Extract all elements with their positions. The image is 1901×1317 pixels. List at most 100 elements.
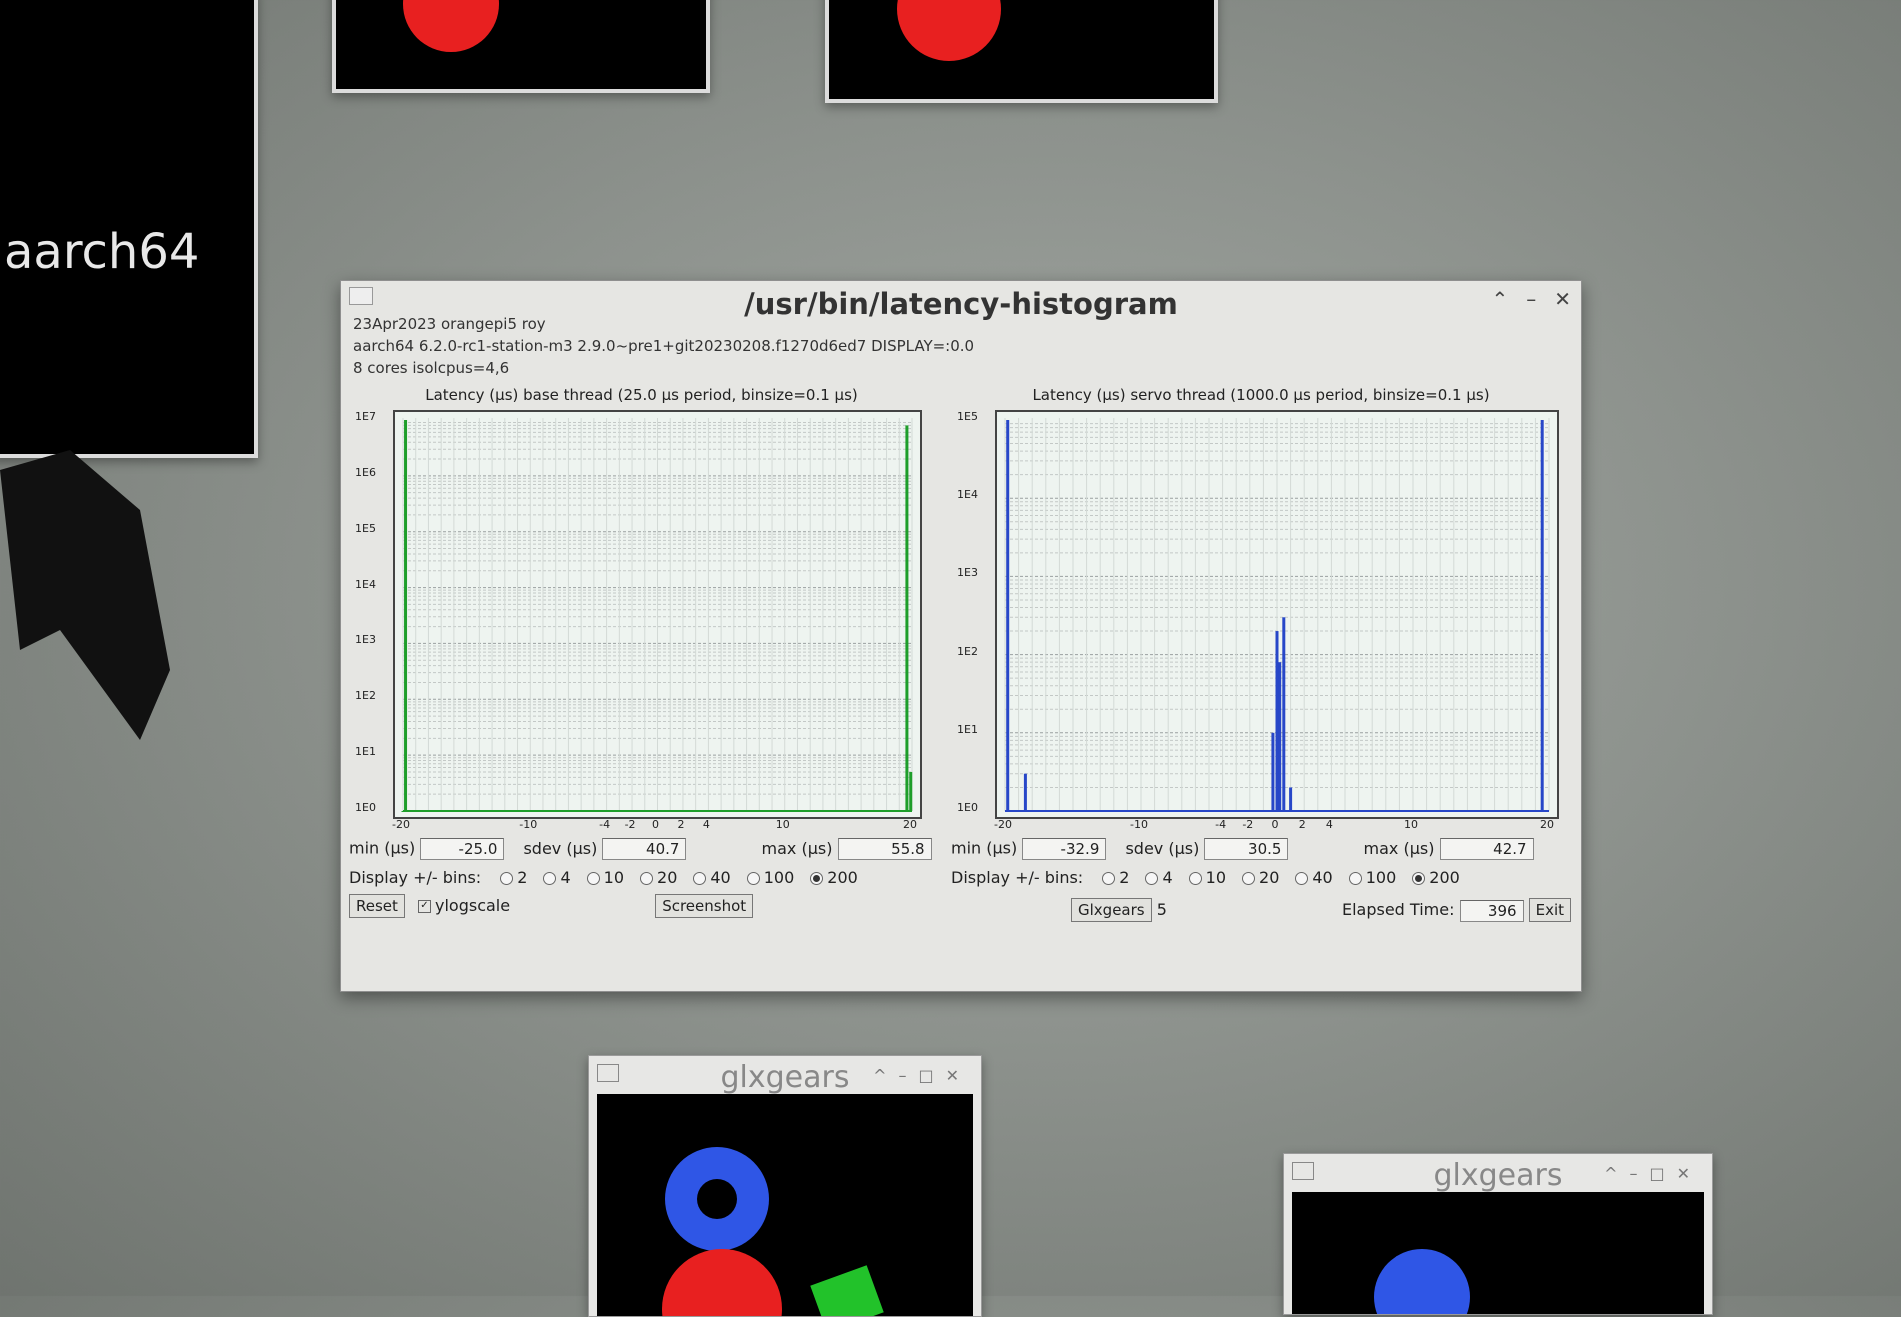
servo-min-field: -32.9 bbox=[1022, 838, 1107, 860]
reset-button[interactable]: Reset bbox=[349, 894, 405, 918]
window-controls[interactable]: ^–□✕ bbox=[873, 1066, 971, 1085]
y-tick-label: 1E4 bbox=[957, 488, 978, 502]
x-tick-label: 20 bbox=[903, 818, 917, 831]
y-tick-label: 1E4 bbox=[355, 577, 376, 591]
base-sdev-field: 40.7 bbox=[602, 838, 687, 860]
gear-window-top-2[interactable] bbox=[825, 0, 1218, 103]
y-tick-label: 1E5 bbox=[957, 410, 978, 423]
red-gear-icon bbox=[403, 0, 499, 52]
terminal-text: aarch64 bbox=[4, 224, 200, 280]
radio-icon bbox=[1188, 872, 1202, 885]
bins-radio-10[interactable]: 10 bbox=[586, 868, 624, 887]
base-max-field: 55.8 bbox=[837, 838, 932, 860]
bins-radio-200[interactable]: 200 bbox=[810, 868, 858, 887]
red-gear-icon bbox=[897, 0, 1001, 61]
glxgears-button[interactable]: Glxgears bbox=[1071, 898, 1152, 922]
bins-radio-10[interactable]: 10 bbox=[1188, 868, 1226, 887]
y-tick-label: 1E1 bbox=[355, 745, 376, 759]
bins-radio-label: 20 bbox=[1259, 868, 1280, 887]
y-tick-label: 1E3 bbox=[957, 566, 978, 580]
x-tick-label: -2 bbox=[1242, 818, 1254, 831]
y-tick-label: 1E1 bbox=[957, 722, 978, 736]
y-tick-label: 1E2 bbox=[957, 644, 978, 658]
x-tick-label: 10 bbox=[775, 818, 790, 831]
y-tick-label: 1E6 bbox=[355, 465, 376, 479]
base-bins-group: Display +/- bins: 2 4 10 20 40 100 200 bbox=[349, 868, 874, 887]
gear-window-top-1[interactable] bbox=[332, 0, 710, 93]
bins-radio-label: 40 bbox=[710, 868, 731, 887]
histogram-bar bbox=[1275, 631, 1279, 811]
radio-icon bbox=[810, 872, 824, 885]
background-shape bbox=[0, 450, 170, 740]
blue-gear-icon bbox=[665, 1147, 769, 1251]
radio-icon bbox=[586, 872, 600, 885]
ylogscale-checkbox[interactable]: ✓ ylogscale bbox=[418, 896, 510, 915]
histogram-bar bbox=[1282, 617, 1286, 811]
kernel-info: aarch64 6.2.0-rc1-station-m3 2.9.0~pre1+… bbox=[353, 337, 975, 355]
x-tick-label: -4 bbox=[1215, 818, 1227, 831]
y-tick-label: 1E3 bbox=[355, 633, 376, 647]
servo-bins-group: Display +/- bins: 2 4 10 20 40 100 200 bbox=[951, 868, 1476, 887]
radio-icon bbox=[1412, 872, 1426, 885]
bins-radio-4[interactable]: 4 bbox=[543, 868, 571, 887]
background-terminal-window[interactable]: aarch64 bbox=[0, 0, 258, 458]
bins-radio-100[interactable]: 100 bbox=[746, 868, 795, 887]
bins-radio-label: 40 bbox=[1312, 868, 1333, 887]
radio-icon bbox=[1145, 872, 1159, 885]
radio-icon bbox=[1295, 872, 1309, 885]
window-controls[interactable]: ^–□✕ bbox=[1604, 1164, 1702, 1183]
x-tick-label: -10 bbox=[1130, 818, 1148, 831]
bins-radio-2[interactable]: 2 bbox=[1102, 868, 1129, 887]
y-tick-label: 1E0 bbox=[957, 801, 978, 814]
glxgears-window-1[interactable]: glxgears ^–□✕ bbox=[588, 1055, 982, 1317]
bins-radio-2[interactable]: 2 bbox=[500, 868, 527, 887]
bins-radio-200[interactable]: 200 bbox=[1412, 868, 1460, 887]
radio-icon bbox=[500, 872, 514, 885]
x-tick-label: -20 bbox=[994, 818, 1012, 831]
base-thread-panel: Latency (µs) base thread (25.0 µs period… bbox=[349, 386, 934, 918]
servo-min-label: min (µs) bbox=[951, 838, 1018, 858]
bins-radio-20[interactable]: 20 bbox=[640, 868, 677, 887]
bins-radio-label: 100 bbox=[763, 868, 795, 887]
servo-chart-title: Latency (µs) servo thread (1000.0 µs per… bbox=[1032, 386, 1490, 404]
green-gear-icon bbox=[810, 1265, 884, 1316]
y-tick-label: 1E5 bbox=[355, 521, 376, 535]
bins-radio-40[interactable]: 40 bbox=[1295, 868, 1333, 887]
bins-radio-label: 2 bbox=[1119, 868, 1130, 887]
histogram-bar bbox=[1289, 787, 1293, 811]
servo-bins-label: Display +/- bins: bbox=[951, 868, 1084, 887]
x-tick-label: -20 bbox=[392, 818, 410, 831]
close-icon[interactable]: ✕ bbox=[1554, 287, 1571, 311]
bins-radio-label: 4 bbox=[560, 868, 571, 887]
bins-radio-label: 20 bbox=[657, 868, 678, 887]
maximize-icon[interactable]: ⌃ bbox=[1491, 287, 1508, 311]
servo-sdev-field: 30.5 bbox=[1204, 838, 1289, 860]
ylogscale-label: ylogscale bbox=[435, 896, 511, 915]
bins-radio-label: 2 bbox=[517, 868, 528, 887]
glxgears-window-2[interactable]: glxgears ^–□✕ bbox=[1283, 1153, 1713, 1315]
minimize-icon[interactable]: – bbox=[1526, 287, 1536, 311]
histogram-bar bbox=[404, 420, 408, 811]
histogram-bar bbox=[1023, 773, 1027, 811]
x-tick-label: -4 bbox=[599, 818, 611, 831]
base-sdev-label: sdev (µs) bbox=[523, 838, 598, 858]
exit-button[interactable]: Exit bbox=[1528, 898, 1572, 922]
radio-icon bbox=[1102, 872, 1116, 885]
check-icon: ✓ bbox=[418, 900, 431, 913]
bins-radio-4[interactable]: 4 bbox=[1145, 868, 1173, 887]
red-gear-icon bbox=[662, 1249, 782, 1316]
radio-icon bbox=[640, 872, 654, 885]
elapsed-time-field: 396 bbox=[1459, 899, 1524, 922]
latency-histogram-window[interactable]: /usr/bin/latency-histogram ⌃ – ✕ 23Apr20… bbox=[340, 280, 1582, 992]
screenshot-button[interactable]: Screenshot bbox=[655, 894, 754, 918]
y-tick-label: 1E2 bbox=[355, 689, 376, 703]
gears-canvas bbox=[597, 1094, 973, 1316]
blue-gear-icon bbox=[1374, 1249, 1470, 1314]
bins-radio-100[interactable]: 100 bbox=[1348, 868, 1396, 887]
glxgears-count: 5 bbox=[1156, 900, 1167, 919]
bins-radio-40[interactable]: 40 bbox=[693, 868, 731, 887]
x-tick-label: 10 bbox=[1404, 818, 1418, 831]
base-min-field: -25.0 bbox=[420, 838, 505, 860]
bins-radio-20[interactable]: 20 bbox=[1242, 868, 1279, 887]
base-min-label: min (µs) bbox=[349, 838, 416, 858]
